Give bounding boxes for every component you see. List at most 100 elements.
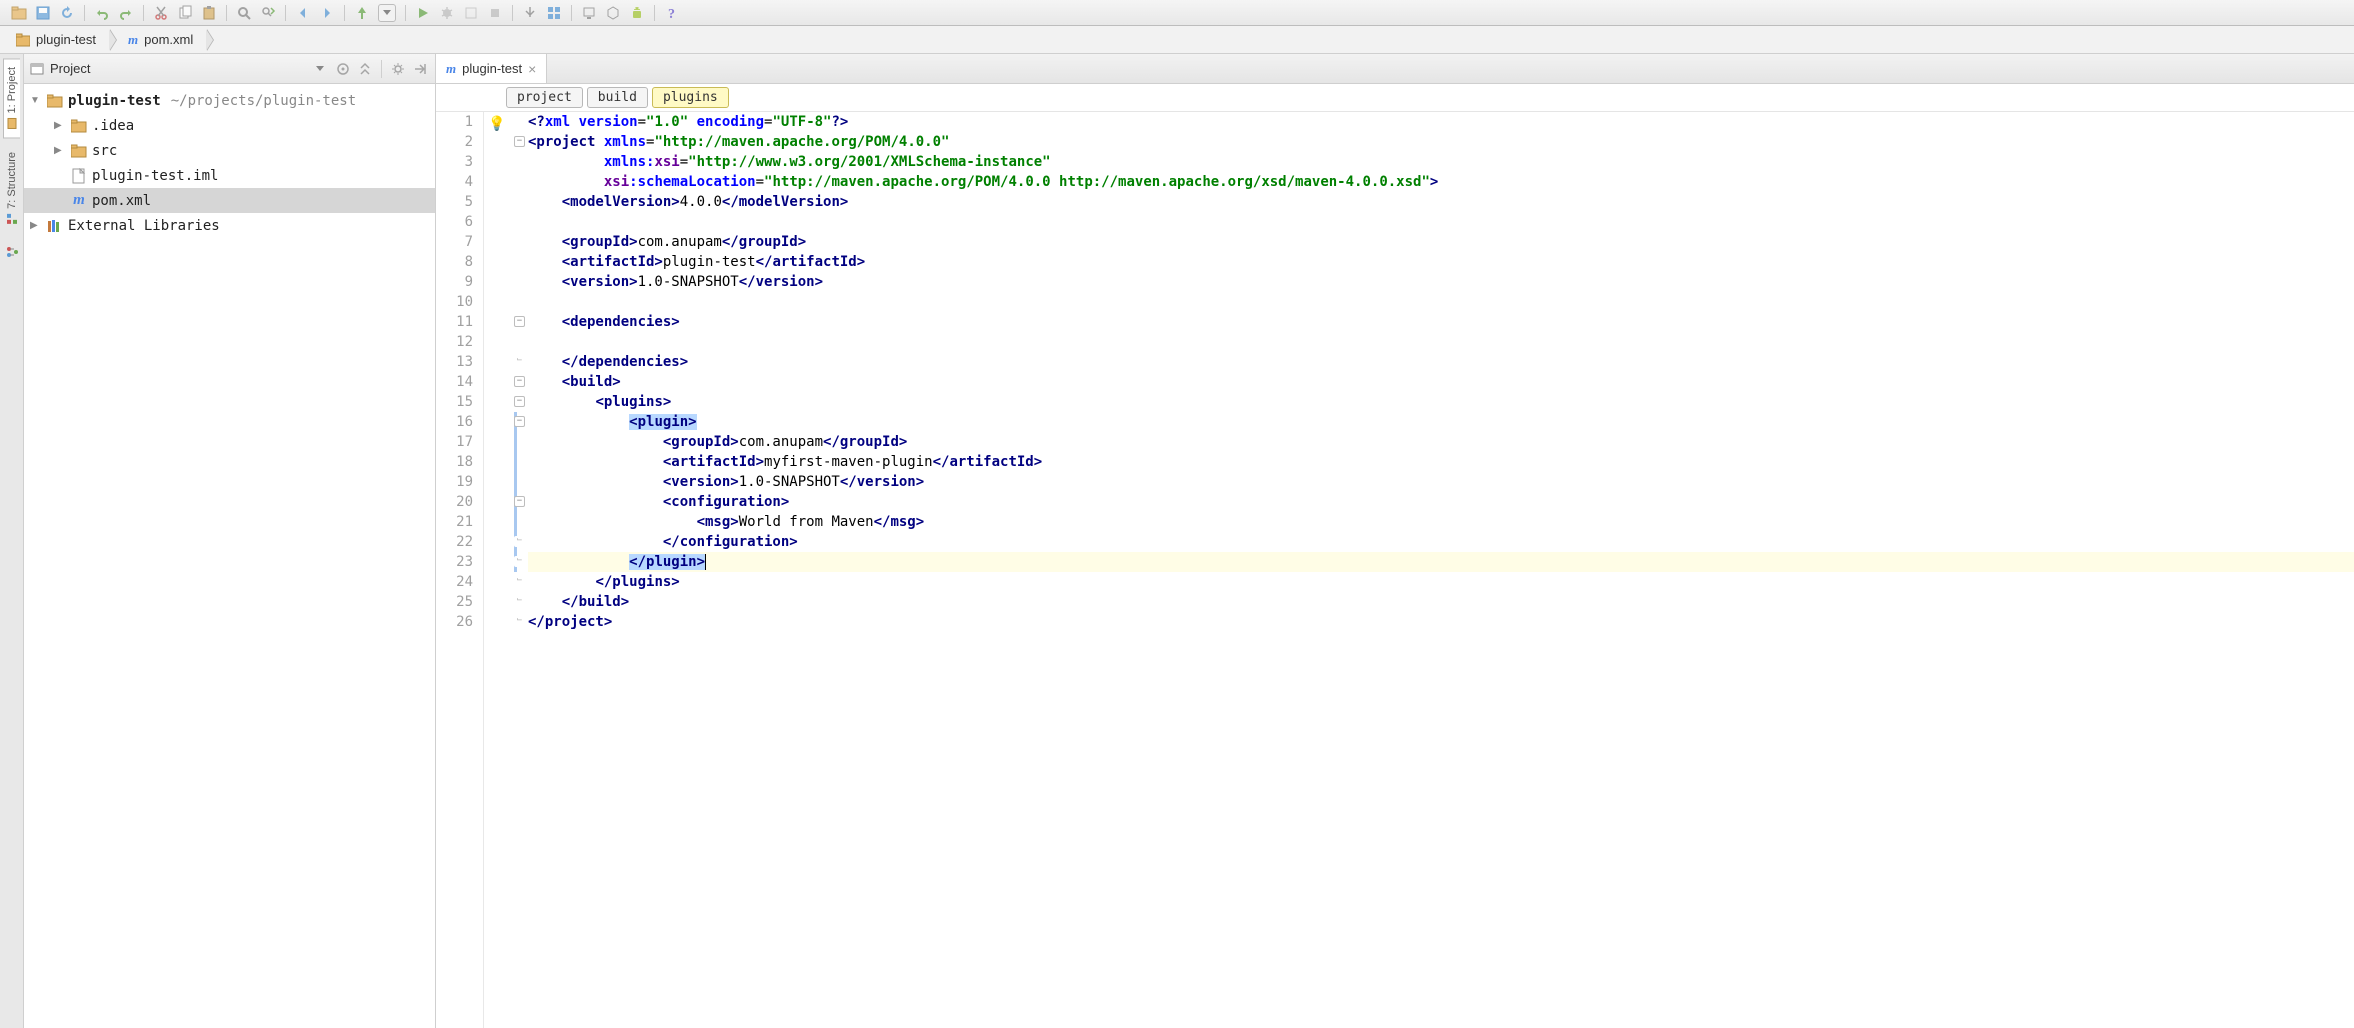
fold-end-icon: ⌙ (514, 576, 525, 587)
replace-icon[interactable] (257, 2, 279, 24)
breadcrumb-file[interactable]: m pom.xml (118, 29, 207, 51)
breadcrumb-label: plugin-test (36, 32, 96, 47)
tree-arrow-icon[interactable]: ▶ (54, 120, 66, 131)
line-number-gutter: 1234567891011121314151617181920212223242… (436, 112, 484, 1028)
coverage-icon[interactable] (460, 2, 482, 24)
code-line[interactable]: <groupId>com.anupam</groupId> (528, 432, 2354, 452)
tree-item-plugin-test-iml[interactable]: plugin-test.iml (24, 163, 435, 188)
paste-icon[interactable] (198, 2, 220, 24)
chevron-down-icon[interactable] (316, 66, 324, 71)
code-line[interactable]: <modelVersion>4.0.0</modelVersion> (528, 192, 2354, 212)
project-view-icon (30, 62, 44, 76)
code-line[interactable]: <dependencies> (528, 312, 2354, 332)
libs-icon (46, 219, 64, 233)
code-line[interactable]: <?xml version="1.0" encoding="UTF-8"?> (528, 112, 2354, 132)
code-line[interactable]: <plugin> (528, 412, 2354, 432)
fold-toggle-icon[interactable]: − (514, 396, 525, 407)
scroll-to-source-icon[interactable] (334, 60, 352, 78)
folder-icon (16, 33, 30, 47)
fold-toggle-icon[interactable]: − (514, 496, 525, 507)
layout-icon[interactable] (543, 2, 565, 24)
editor-tabs: m plugin-test × (436, 54, 2354, 84)
tree-item-pom-xml[interactable]: mpom.xml (24, 188, 435, 213)
redo-icon[interactable] (115, 2, 137, 24)
code-line[interactable]: <version>1.0-SNAPSHOT</version> (528, 272, 2354, 292)
code-line[interactable]: </build> (528, 592, 2354, 612)
code-line[interactable]: <build> (528, 372, 2354, 392)
code-line[interactable] (528, 292, 2354, 312)
fold-end-icon: ⌙ (514, 596, 525, 607)
code-editor[interactable]: 1234567891011121314151617181920212223242… (436, 112, 2354, 1028)
sdk-icon[interactable] (602, 2, 624, 24)
tree-item-plugin-test[interactable]: ▼plugin-test~/projects/plugin-test (24, 88, 435, 113)
code-line[interactable] (528, 212, 2354, 232)
code-line[interactable]: </dependencies> (528, 352, 2354, 372)
tree-label: pom.xml (92, 193, 151, 209)
code-line[interactable]: <artifactId>myfirst-maven-plugin</artifa… (528, 452, 2354, 472)
code-line[interactable]: </configuration> (528, 532, 2354, 552)
run-config-dropdown[interactable] (378, 4, 396, 22)
intention-gutter: 💡 (484, 112, 512, 1028)
code-line[interactable]: <version>1.0-SNAPSHOT</version> (528, 472, 2354, 492)
code-line[interactable]: </plugin> (528, 552, 2354, 572)
code-content[interactable]: <?xml version="1.0" encoding="UTF-8"?><p… (528, 112, 2354, 1028)
android-icon[interactable] (626, 2, 648, 24)
project-tree[interactable]: ▼plugin-test~/projects/plugin-test▶.idea… (24, 84, 435, 1028)
code-line[interactable]: <plugins> (528, 392, 2354, 412)
tree-label: External Libraries (68, 218, 220, 234)
close-icon[interactable]: × (528, 61, 536, 77)
code-line[interactable] (528, 332, 2354, 352)
tree-arrow-icon[interactable]: ▼ (30, 95, 42, 106)
open-icon[interactable] (8, 2, 30, 24)
undo-icon[interactable] (91, 2, 113, 24)
cut-icon[interactable] (150, 2, 172, 24)
save-icon[interactable] (32, 2, 54, 24)
code-line[interactable]: <project xmlns="http://maven.apache.org/… (528, 132, 2354, 152)
back-icon[interactable] (292, 2, 314, 24)
help-icon[interactable]: ? (661, 2, 683, 24)
refresh-icon[interactable] (56, 2, 78, 24)
make-icon[interactable] (351, 2, 373, 24)
forward-icon[interactable] (316, 2, 338, 24)
hide-icon[interactable] (411, 60, 429, 78)
fold-toggle-icon[interactable]: − (514, 136, 525, 147)
editor-tab-plugin-test[interactable]: m plugin-test × (436, 54, 547, 83)
xml-crumb-project[interactable]: project (506, 87, 583, 108)
code-line[interactable]: <msg>World from Maven</msg> (528, 512, 2354, 532)
debug-icon[interactable] (436, 2, 458, 24)
vcs-icon[interactable] (519, 2, 541, 24)
fold-toggle-icon[interactable]: − (514, 416, 525, 427)
code-line[interactable]: <artifactId>plugin-test</artifactId> (528, 252, 2354, 272)
copy-icon[interactable] (174, 2, 196, 24)
run-icon[interactable] (412, 2, 434, 24)
code-line[interactable]: <configuration> (528, 492, 2354, 512)
intention-bulb-icon[interactable]: 💡 (488, 114, 505, 134)
tree-arrow-icon[interactable]: ▶ (30, 220, 42, 231)
xml-crumb-build[interactable]: build (587, 87, 648, 108)
side-tab-project[interactable]: 1: Project (3, 58, 20, 138)
tree-item--idea[interactable]: ▶.idea (24, 113, 435, 138)
code-line[interactable]: <groupId>com.anupam</groupId> (528, 232, 2354, 252)
fold-end-icon: ⌙ (514, 536, 525, 547)
code-line[interactable]: </plugins> (528, 572, 2354, 592)
code-line[interactable]: xmlns:xsi="http://www.w3.org/2001/XMLSch… (528, 152, 2354, 172)
tree-item-src[interactable]: ▶src (24, 138, 435, 163)
tree-item-external-libraries[interactable]: ▶ External Libraries (24, 213, 435, 238)
gear-icon[interactable] (389, 60, 407, 78)
stop-icon[interactable] (484, 2, 506, 24)
breadcrumb-project[interactable]: plugin-test (6, 29, 110, 51)
tree-arrow-icon[interactable]: ▶ (54, 145, 66, 156)
code-line[interactable]: </project> (528, 612, 2354, 632)
code-line[interactable]: xsi:schemaLocation="http://maven.apache.… (528, 172, 2354, 192)
fold-end-icon: ⌙ (514, 356, 525, 367)
xml-crumb-plugins[interactable]: plugins (652, 87, 729, 108)
folder-icon (70, 144, 88, 158)
folder-proj-icon (46, 94, 64, 108)
vcs-side-icon[interactable] (5, 245, 19, 259)
find-icon[interactable] (233, 2, 255, 24)
avd-icon[interactable] (578, 2, 600, 24)
side-tab-structure[interactable]: 7: Structure (4, 144, 20, 233)
collapse-all-icon[interactable] (356, 60, 374, 78)
fold-toggle-icon[interactable]: − (514, 376, 525, 387)
fold-toggle-icon[interactable]: − (514, 316, 525, 327)
